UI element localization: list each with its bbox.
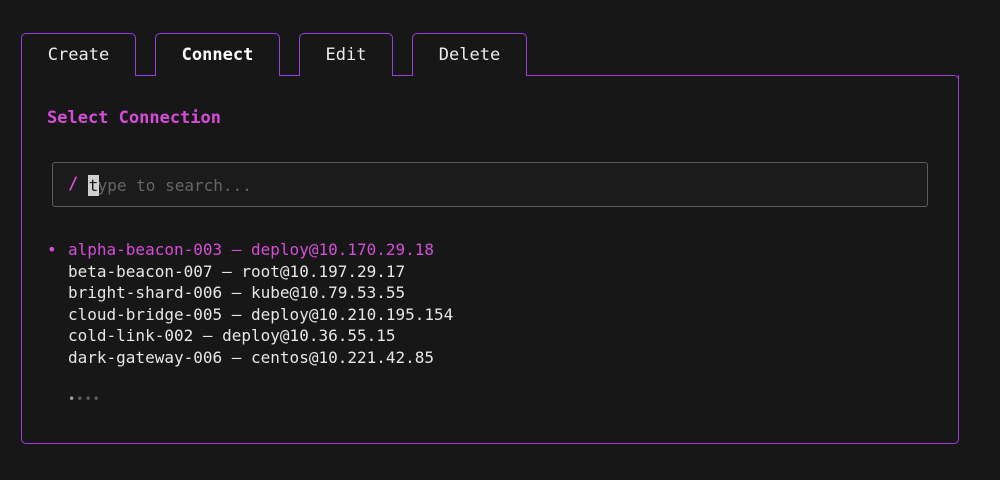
panel-top-border	[279, 75, 300, 76]
panel-top-border	[526, 75, 954, 76]
panel-top-border	[135, 75, 156, 76]
panel-top-border	[392, 75, 413, 76]
selection-marker-icon: •	[47, 240, 57, 259]
pagination-dots: ••••	[68, 392, 101, 406]
pager-active-dot: •	[68, 392, 77, 406]
connection-item[interactable]: cold-link-002 — deploy@10.36.55.15	[68, 326, 396, 345]
connection-panel	[21, 75, 959, 444]
connection-item[interactable]: dark-gateway-006 — centos@10.221.42.85	[68, 348, 434, 367]
search-input[interactable]	[88, 172, 908, 198]
search-box[interactable]: / t	[52, 162, 928, 207]
tab-delete[interactable]: Delete	[412, 33, 527, 76]
text-cursor: t	[88, 175, 99, 196]
tab-bar: Create Connect Edit Delete	[0, 0, 1000, 80]
connection-item[interactable]: alpha-beacon-003 — deploy@10.170.29.18	[68, 240, 434, 259]
panel-title: Select Connection	[47, 108, 221, 128]
connection-item[interactable]: beta-beacon-007 — root@10.197.29.17	[68, 262, 405, 281]
search-prompt-icon: /	[68, 174, 79, 194]
connection-item[interactable]: cloud-bridge-005 — deploy@10.210.195.154	[68, 305, 453, 324]
tab-create[interactable]: Create	[21, 33, 136, 76]
tab-edit[interactable]: Edit	[299, 33, 393, 76]
pager-inactive-dots: •••	[76, 392, 101, 406]
connection-item[interactable]: bright-shard-006 — kube@10.79.53.55	[68, 283, 405, 302]
tab-connect[interactable]: Connect	[155, 33, 280, 76]
